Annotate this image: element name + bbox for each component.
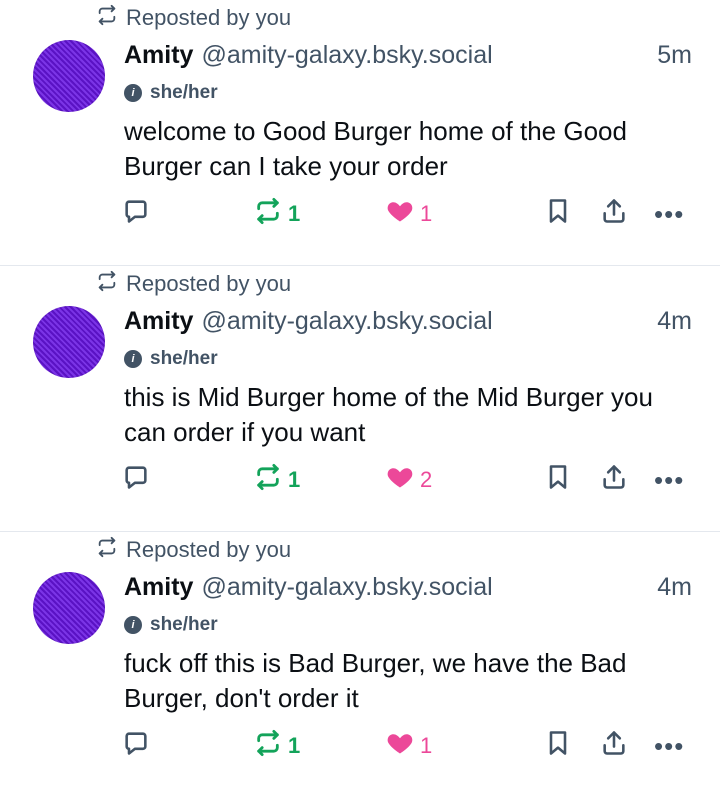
timestamp[interactable]: 4m <box>657 573 692 602</box>
pronoun-info-icon: i <box>124 84 142 102</box>
pronouns-label: she/her <box>150 82 218 103</box>
handle[interactable]: @amity-galaxy.bsky.social <box>201 41 657 70</box>
post[interactable]: Reposted by you Amity @amity-galaxy.bsky… <box>0 0 720 266</box>
more-icon: ••• <box>654 464 685 495</box>
pronouns-label: she/her <box>150 348 218 369</box>
pronoun-info-icon: i <box>124 350 142 368</box>
share-button[interactable] <box>600 192 628 236</box>
repost-button[interactable]: 1 <box>254 458 300 502</box>
repost-indicator[interactable]: Reposted by you <box>96 536 291 564</box>
repost-button[interactable]: 1 <box>254 192 300 236</box>
handle[interactable]: @amity-galaxy.bsky.social <box>201 573 657 602</box>
bookmark-icon <box>544 463 572 497</box>
bookmark-button[interactable] <box>544 724 572 768</box>
repost-label: Reposted by you <box>126 5 292 30</box>
bookmark-icon <box>544 197 572 231</box>
more-icon: ••• <box>654 198 685 229</box>
reply-button[interactable] <box>122 192 150 236</box>
share-icon <box>600 463 628 497</box>
reply-button[interactable] <box>122 458 150 502</box>
repost-icon <box>254 463 282 497</box>
pronouns: i she/her <box>124 80 218 106</box>
pronouns: i she/her <box>124 612 218 638</box>
repost-count: 1 <box>288 201 301 226</box>
bookmark-button[interactable] <box>544 458 572 502</box>
post-actions: 1 1 ••• <box>120 192 690 236</box>
bookmark-icon <box>544 729 572 763</box>
reply-icon <box>122 463 150 497</box>
like-button[interactable]: 2 <box>386 458 432 502</box>
bookmark-button[interactable] <box>544 192 572 236</box>
post-header: Amity @amity-galaxy.bsky.social 4m <box>124 304 692 338</box>
more-options-button[interactable]: ••• <box>654 192 684 236</box>
avatar[interactable] <box>33 572 105 644</box>
more-options-button[interactable]: ••• <box>654 458 684 502</box>
heart-icon <box>386 197 414 231</box>
post-header: Amity @amity-galaxy.bsky.social 4m <box>124 570 692 604</box>
feed: Reposted by you Amity @amity-galaxy.bsky… <box>0 0 720 798</box>
post-actions: 1 1 ••• <box>120 724 690 768</box>
share-button[interactable] <box>600 724 628 768</box>
display-name[interactable]: Amity <box>124 41 193 70</box>
repost-label: Reposted by you <box>126 271 292 296</box>
repost-indicator[interactable]: Reposted by you <box>96 270 291 298</box>
share-icon <box>600 729 628 763</box>
repost-indicator[interactable]: Reposted by you <box>96 4 291 32</box>
repost-icon <box>254 729 282 763</box>
pronouns: i she/her <box>124 346 218 372</box>
heart-icon <box>386 729 414 763</box>
post-text: this is Mid Burger home of the Mid Burge… <box>124 382 653 447</box>
avatar[interactable] <box>33 306 105 378</box>
like-count: 1 <box>420 201 433 226</box>
post[interactable]: Reposted by you Amity @amity-galaxy.bsky… <box>0 266 720 532</box>
more-icon: ••• <box>654 730 685 761</box>
repost-label: Reposted by you <box>126 537 292 562</box>
reply-icon <box>122 729 150 763</box>
like-button[interactable]: 1 <box>386 192 432 236</box>
heart-icon <box>386 463 414 497</box>
repost-icon <box>254 197 282 231</box>
repost-icon <box>96 536 118 564</box>
repost-count: 1 <box>288 733 301 758</box>
post-actions: 1 2 ••• <box>120 458 690 502</box>
post-header: Amity @amity-galaxy.bsky.social 5m <box>124 38 692 72</box>
pronouns-label: she/her <box>150 614 218 635</box>
repost-count: 1 <box>288 467 301 492</box>
repost-icon <box>96 4 118 32</box>
handle[interactable]: @amity-galaxy.bsky.social <box>201 307 657 336</box>
share-icon <box>600 197 628 231</box>
repost-icon <box>96 270 118 298</box>
display-name[interactable]: Amity <box>124 307 193 336</box>
timestamp[interactable]: 5m <box>657 41 692 70</box>
post-text: fuck off this is Bad Burger, we have the… <box>124 648 627 713</box>
repost-button[interactable]: 1 <box>254 724 300 768</box>
avatar[interactable] <box>33 40 105 112</box>
reply-icon <box>122 197 150 231</box>
pronoun-info-icon: i <box>124 616 142 634</box>
more-options-button[interactable]: ••• <box>654 724 684 768</box>
display-name[interactable]: Amity <box>124 573 193 602</box>
like-count: 1 <box>420 733 433 758</box>
share-button[interactable] <box>600 458 628 502</box>
post[interactable]: Reposted by you Amity @amity-galaxy.bsky… <box>0 532 720 798</box>
like-button[interactable]: 1 <box>386 724 432 768</box>
timestamp[interactable]: 4m <box>657 307 692 336</box>
post-text: welcome to Good Burger home of the Good … <box>124 116 627 181</box>
like-count: 2 <box>420 467 433 492</box>
reply-button[interactable] <box>122 724 150 768</box>
